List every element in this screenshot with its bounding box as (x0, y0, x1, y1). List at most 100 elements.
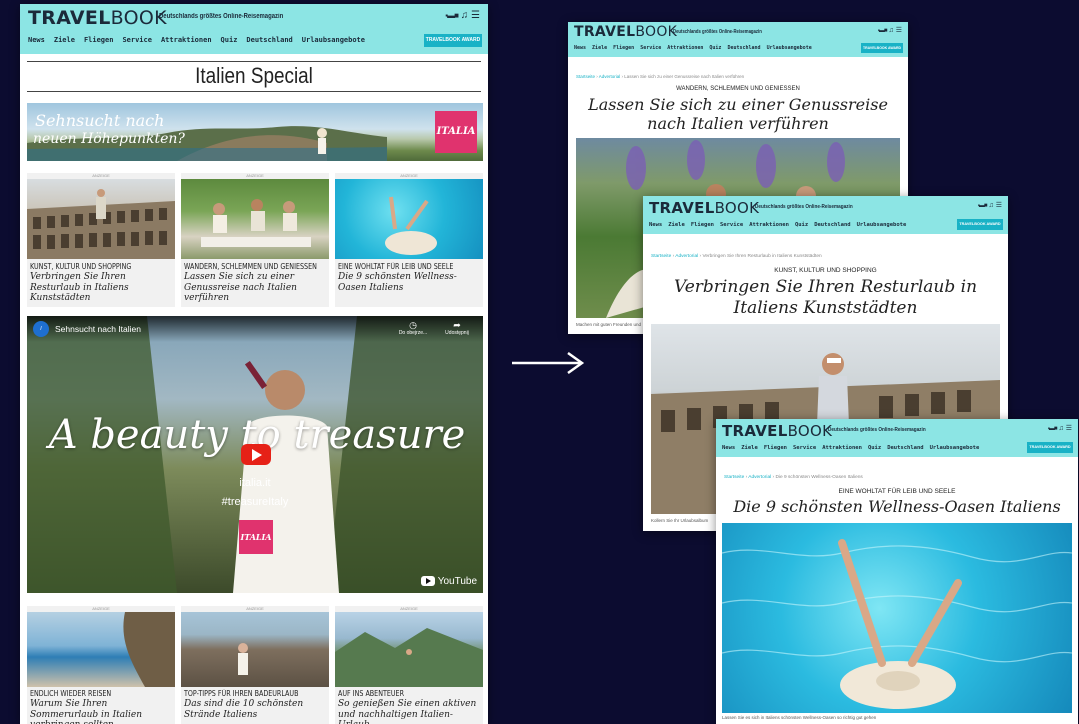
nav-item-urlaubsangebote[interactable]: Urlaubsangebote (767, 45, 812, 51)
nav-item-fliegen[interactable]: Fliegen (691, 222, 714, 228)
share-icon: ➦ (453, 320, 461, 330)
nav-item-ziele[interactable]: Ziele (668, 222, 685, 228)
breadcrumb-section[interactable]: Advertorial (599, 74, 621, 79)
menu-icon[interactable]: ☰ (1066, 425, 1072, 432)
breadcrumb-home[interactable]: Startseite (724, 475, 744, 480)
tile-title: Warum Sie Ihren Sommerurlaub in Italien … (30, 699, 142, 724)
nav-item-fliegen[interactable]: Fliegen (613, 45, 634, 51)
award-button[interactable]: TRAVELBOOK AWARD (861, 43, 903, 53)
tile-abenteuer[interactable]: ANZEIGE AUF INS ABENTEUER So genießen Si… (335, 606, 483, 724)
ad-label: ANZEIGE (246, 606, 264, 611)
tile-kunststaedte[interactable]: ANZEIGE KUNST, KULTUR UND SHOPPING Verbr… (27, 173, 175, 307)
award-button[interactable]: TRAVELBOOK AWARD (424, 34, 482, 47)
bell-icon[interactable]: ♫ (889, 27, 894, 34)
nav-item-urlaubsangebote[interactable]: Urlaubsangebote (302, 36, 365, 44)
beach-image (27, 612, 175, 687)
nav-item-news[interactable]: News (722, 445, 735, 451)
nav-item-deutschland[interactable]: Deutschland (246, 36, 292, 44)
italia-banner[interactable]: Sehnsucht nach neuen Höhepunkten? ITALIA (27, 103, 483, 161)
bell-icon[interactable]: ♫ (989, 202, 994, 209)
site-logo[interactable]: TRAVELBOOK (28, 7, 167, 29)
video-title[interactable]: Sehnsucht nach Italien (55, 324, 141, 334)
tile-wellness[interactable]: ANZEIGE EINE WOHLTAT FÜR LEIB UND SEELE … (335, 173, 483, 307)
nav-item-quiz[interactable]: Quiz (709, 45, 721, 51)
article2-header: TRAVELBOOK Deutschlands größtes Online-R… (643, 196, 1008, 234)
award-button[interactable]: TRAVELBOOK AWARD (1027, 442, 1073, 453)
menu-icon[interactable]: ☰ (996, 202, 1002, 209)
nav-item-service[interactable]: Service (122, 36, 152, 44)
nav-item-deutschland[interactable]: Deutschland (887, 445, 923, 451)
tile-title: Verbringen Sie Ihren Resturlaub in Itali… (30, 272, 129, 303)
tile-sommerurlaub[interactable]: ANZEIGE ENDLICH WIEDER REISEN Warum Sie … (27, 606, 175, 724)
nav-item-deutschland[interactable]: Deutschland (727, 45, 760, 51)
watch-later-button[interactable]: ◷ Do obejrze... (393, 320, 433, 336)
nav-item-attraktionen[interactable]: Attraktionen (822, 445, 862, 451)
bell-icon[interactable]: ♫ (1059, 425, 1064, 432)
logo-bold: TRAVEL (649, 199, 715, 217)
tile-straende[interactable]: ANZEIGE TOP-TIPPS FÜR IHREN BADEURLAUB D… (181, 606, 329, 724)
picnic-art (201, 199, 311, 247)
nav-item-fliegen[interactable]: Fliegen (84, 36, 114, 44)
nav-item-attraktionen[interactable]: Attraktionen (161, 36, 212, 44)
bild-icon[interactable]: ▪▬■ (445, 11, 459, 20)
pool-image (335, 179, 483, 259)
nav-item-ziele[interactable]: Ziele (54, 36, 75, 44)
nav-item-service[interactable]: Service (720, 222, 743, 228)
bell-icon[interactable]: ♫ (461, 10, 469, 21)
article-wellness-screenshot: TRAVELBOOK Deutschlands größtes Online-R… (716, 419, 1078, 724)
watch-later-label: Do obejrze... (398, 330, 428, 336)
video-site-text: italia.it (239, 477, 271, 489)
share-button[interactable]: ➦ Udostępnij (435, 320, 479, 336)
video-italia-logo-text: ITALIA (240, 532, 272, 542)
nav-item-news[interactable]: News (28, 36, 45, 44)
menu-icon[interactable]: ☰ (471, 10, 480, 21)
nav-item-quiz[interactable]: Quiz (795, 222, 808, 228)
menu-icon[interactable]: ☰ (896, 27, 902, 34)
nav-item-quiz[interactable]: Quiz (221, 36, 238, 44)
ad-label: ANZEIGE (400, 606, 418, 611)
tile-kicker: ENDLICH WIEDER REISEN (30, 689, 112, 698)
breadcrumb-section[interactable]: Advertorial (748, 475, 771, 480)
site-logo[interactable]: TRAVELBOOK (574, 24, 677, 40)
breadcrumb: Startseite › Advertorial › Die 9 schönst… (724, 475, 863, 480)
bild-icon[interactable]: ▪▬■ (1048, 426, 1058, 432)
tile-genussreise[interactable]: ANZEIGE WANDERN, SCHLEMMEN UND GENIESSEN… (181, 173, 329, 307)
ad-label: ANZEIGE (92, 606, 110, 611)
video-player[interactable]: I Sehnsucht nach Italien ◷ Do obejrze...… (27, 316, 483, 593)
nav-item-service[interactable]: Service (793, 445, 816, 451)
award-button[interactable]: TRAVELBOOK AWARD (957, 219, 1003, 230)
youtube-logo[interactable]: YouTube (421, 576, 477, 587)
mountain-art (335, 628, 483, 687)
breadcrumb-section[interactable]: Advertorial (675, 254, 698, 259)
nav-item-urlaubsangebote[interactable]: Urlaubsangebote (857, 222, 907, 228)
nav-item-urlaubsangebote[interactable]: Urlaubsangebote (930, 445, 980, 451)
article2-nav: News Ziele Fliegen Service Attraktionen … (649, 222, 906, 228)
nav-item-fliegen[interactable]: Fliegen (764, 445, 787, 451)
breadcrumb-home[interactable]: Startseite (576, 74, 595, 79)
site-tagline: Deutschlands größtes Online-Reisemagazin (828, 427, 926, 433)
logo-thin: BOOK (714, 199, 760, 217)
rocks-art (238, 643, 248, 675)
nav-item-attraktionen[interactable]: Attraktionen (749, 222, 789, 228)
channel-avatar-icon[interactable]: I (33, 321, 49, 337)
nav-item-ziele[interactable]: Ziele (592, 45, 607, 51)
banner-script-line1: Sehnsucht nach (35, 111, 165, 130)
bild-icon[interactable]: ▪▬■ (978, 203, 988, 209)
nav-item-service[interactable]: Service (640, 45, 661, 51)
nav-item-news[interactable]: News (574, 45, 586, 51)
youtube-play-button[interactable] (241, 444, 271, 465)
nav-item-attraktionen[interactable]: Attraktionen (667, 45, 703, 51)
logo-bold: TRAVEL (722, 422, 788, 440)
youtube-icon (421, 576, 436, 587)
site-logo[interactable]: TRAVELBOOK (722, 422, 832, 440)
bild-icon[interactable]: ▪▬■ (878, 28, 888, 34)
article-caption: Kollern Sie Ihr Urlaubsalbum (651, 518, 709, 523)
nav-item-deutschland[interactable]: Deutschland (814, 222, 850, 228)
site-logo[interactable]: TRAVELBOOK (649, 199, 759, 217)
header-icons: ▪▬■ ♫ ☰ (445, 10, 480, 21)
nav-item-news[interactable]: News (649, 222, 662, 228)
nav-item-quiz[interactable]: Quiz (868, 445, 881, 451)
breadcrumb-current: Verbringen Sie Ihren Resturlaub in Itali… (702, 254, 822, 259)
breadcrumb-home[interactable]: Startseite (651, 254, 671, 259)
nav-item-ziele[interactable]: Ziele (741, 445, 758, 451)
